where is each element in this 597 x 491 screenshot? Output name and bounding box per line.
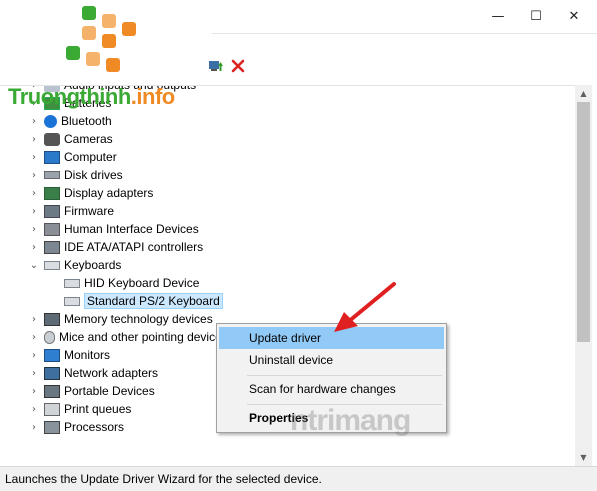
tree-item[interactable]: HID Keyboard Device (60, 274, 199, 292)
mouse-icon (44, 330, 55, 344)
chevron-right-icon[interactable]: › (28, 404, 40, 415)
tree-item[interactable]: › Processors (28, 418, 124, 436)
tree-item[interactable]: Standard PS/2 Keyboard (60, 292, 223, 310)
annotation-arrow-icon (334, 282, 396, 332)
logo-text: Truongthinh.info (8, 84, 175, 110)
tree-item-label: Cameras (64, 132, 113, 146)
tree-item[interactable]: › Print queues (28, 400, 131, 418)
portable-icon (44, 384, 60, 398)
tree-item-label: Disk drives (64, 168, 123, 182)
minimize-icon: — (491, 9, 505, 24)
tree-item-label: HID Keyboard Device (84, 276, 200, 290)
logo-text-main: Truongthinh (8, 84, 131, 109)
monitor-icon (44, 348, 60, 362)
tree-item-label: Display adapters (64, 186, 154, 200)
chevron-right-icon[interactable]: › (28, 224, 40, 235)
tree-item-label: Firmware (64, 204, 114, 218)
tree-item[interactable]: › Portable Devices (28, 382, 155, 400)
tree-item[interactable]: › IDE ATA/ATAPI controllers (28, 238, 203, 256)
tree-item-label: Processors (64, 420, 125, 434)
chevron-right-icon[interactable]: › (28, 368, 40, 379)
display-icon (44, 186, 60, 200)
menu-uninstall-device[interactable]: Uninstall device (219, 349, 444, 371)
tree-item-label: Network adapters (64, 366, 159, 380)
tree-item-label: Print queues (64, 402, 132, 416)
printer-icon (44, 402, 60, 416)
keyboard-icon (64, 296, 80, 306)
ide-icon (44, 240, 60, 254)
chevron-right-icon[interactable]: › (28, 314, 40, 325)
tree-item[interactable]: › Monitors (28, 346, 110, 364)
site-logo: Truongthinh.info (0, 0, 212, 120)
keyboard-icon (64, 278, 80, 288)
tree-item[interactable]: › Disk drives (28, 166, 123, 184)
menu-separator (247, 375, 442, 376)
tree-item-label: Human Interface Devices (64, 222, 199, 236)
firmware-icon (44, 204, 60, 218)
tree-item[interactable]: › Mice and other pointing devices (28, 328, 228, 346)
chevron-down-icon[interactable]: ⌄ (28, 260, 40, 271)
network-icon (44, 366, 60, 380)
close-button[interactable]: ✕ (551, 0, 597, 33)
title-bar: — ☐ ✕ (212, 0, 597, 34)
tree-item-label: Portable Devices (64, 384, 155, 398)
scroll-thumb[interactable] (577, 102, 590, 342)
scroll-down-icon[interactable]: ▼ (575, 449, 592, 466)
chevron-right-icon[interactable]: › (28, 242, 40, 253)
tree-item-label: Standard PS/2 Keyboard (84, 293, 223, 309)
scroll-up-icon[interactable]: ▲ (575, 85, 592, 102)
computer-icon (44, 150, 60, 164)
watermark: ntrimang (290, 404, 411, 437)
chevron-right-icon[interactable]: › (28, 386, 40, 397)
tree-item[interactable]: › Human Interface Devices (28, 220, 199, 238)
disk-icon (44, 171, 60, 179)
menu-uninstall-device-label: Uninstall device (249, 353, 334, 367)
vertical-scrollbar[interactable]: ▲ ▼ (575, 85, 592, 466)
chevron-right-icon[interactable]: › (28, 188, 40, 199)
tree-item[interactable]: › Display adapters (28, 184, 153, 202)
chevron-right-icon[interactable]: › (28, 134, 40, 145)
tree-item-label: Mice and other pointing devices (59, 330, 228, 344)
tree-item-label: Monitors (64, 348, 111, 362)
tree-item[interactable]: › Computer (28, 148, 117, 166)
chevron-right-icon[interactable]: › (28, 422, 40, 433)
cpu-icon (44, 420, 60, 434)
tree-item[interactable]: › Firmware (28, 202, 114, 220)
status-text: Launches the Update Driver Wizard for th… (5, 472, 322, 486)
keyboard-icon (44, 260, 60, 270)
memory-icon (44, 312, 60, 326)
tree-item[interactable]: › Network adapters (28, 364, 158, 382)
hid-icon (44, 222, 60, 236)
menu-scan-hardware-label: Scan for hardware changes (249, 382, 396, 396)
menu-scan-hardware[interactable]: Scan for hardware changes (219, 378, 444, 400)
tree-item[interactable]: › Cameras (28, 130, 113, 148)
menu-update-driver-label: Update driver (249, 331, 322, 345)
tree-item[interactable]: ⌄ Keyboards (28, 256, 122, 274)
chevron-right-icon[interactable]: › (28, 332, 40, 343)
close-icon: ✕ (568, 9, 580, 24)
logo-text-suffix: .info (130, 84, 175, 109)
chevron-right-icon[interactable]: › (28, 350, 40, 361)
chevron-right-icon[interactable]: › (28, 206, 40, 217)
chevron-right-icon[interactable]: › (28, 152, 40, 163)
logo-mark-icon (66, 6, 136, 72)
chevron-right-icon[interactable]: › (28, 170, 40, 181)
camera-icon (44, 132, 60, 146)
status-bar: Launches the Update Driver Wizard for th… (0, 466, 597, 491)
tree-item-label: Keyboards (64, 258, 122, 272)
tree-item-label: Computer (64, 150, 117, 164)
tree-item-label: IDE ATA/ATAPI controllers (64, 240, 204, 254)
uninstall-icon[interactable] (231, 59, 245, 73)
tree-item-label: Memory technology devices (64, 312, 213, 326)
maximize-icon: ☐ (530, 9, 542, 24)
tree-item[interactable]: › Memory technology devices (28, 310, 213, 328)
